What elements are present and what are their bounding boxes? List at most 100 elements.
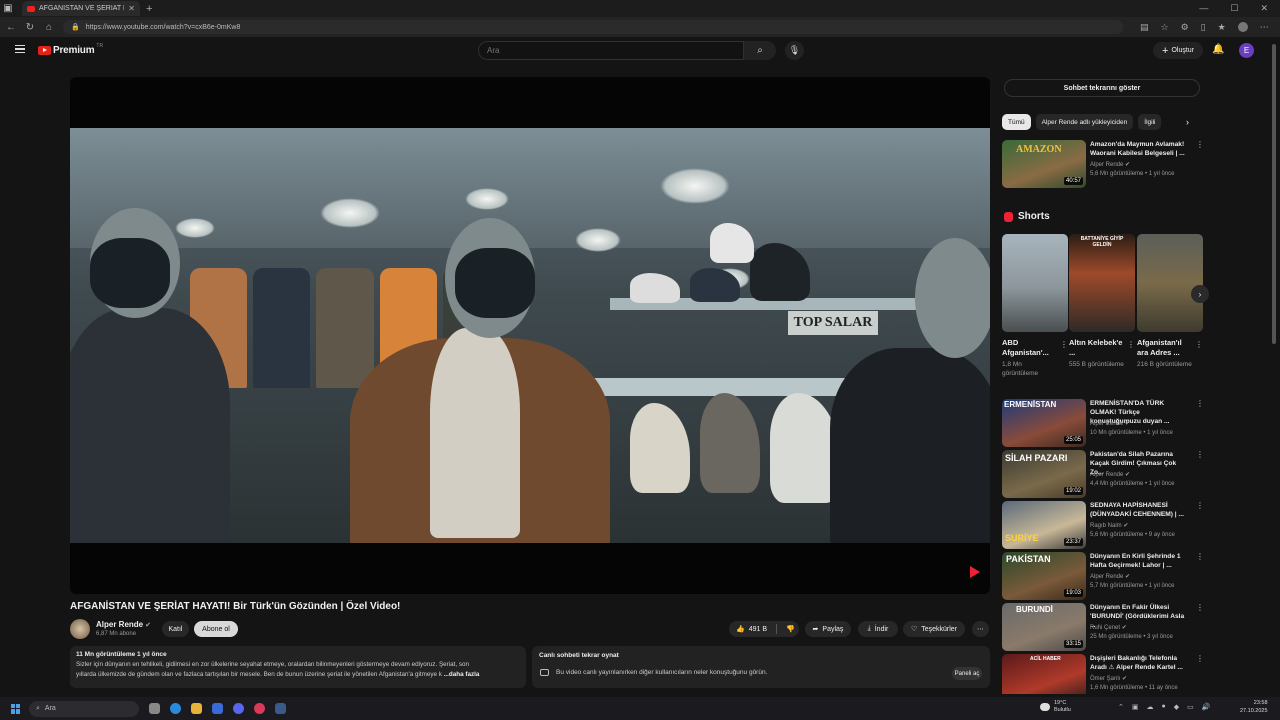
channel-name[interactable]: Alper Rende ✔ [1090, 573, 1130, 580]
open-panel-button[interactable]: Paneli aç [952, 667, 982, 680]
create-button[interactable]: + Oluştur [1153, 42, 1203, 59]
close-window-icon[interactable]: ✕ [1260, 3, 1268, 14]
channel-name[interactable]: Alper Rende ✔ [1090, 161, 1130, 168]
channel-name[interactable]: Alper Rende ✔ [96, 620, 151, 629]
app-icon[interactable] [254, 703, 265, 714]
file-explorer-icon[interactable] [191, 703, 202, 714]
window-menu-icon[interactable]: ▣ [0, 0, 16, 17]
video-title[interactable]: Amazon'da Maymun Avlamak! Waorani Kabile… [1090, 140, 1190, 158]
page-scrollbar[interactable] [1272, 44, 1276, 344]
short-title[interactable]: ABD Afganistan'... [1002, 338, 1058, 358]
more-vert-icon[interactable]: ⋮ [1195, 340, 1203, 349]
tray-app-icon[interactable]: ● [1162, 703, 1166, 711]
channel-name[interactable]: Ragıb Naim ✔ [1090, 522, 1128, 529]
cloud-sync-icon[interactable]: ☁ [1147, 703, 1154, 711]
video-title[interactable]: Dışişleri Bakanlığı Telefonla Aradı ⚠ Al… [1090, 654, 1190, 672]
video-thumbnail[interactable]: BURUNDİ 33:15 [1002, 603, 1086, 651]
subscribe-button[interactable]: Abone ol [194, 621, 238, 637]
share-button[interactable]: ➦ Paylaş [805, 621, 851, 637]
discord-icon[interactable] [233, 703, 244, 714]
reader-icon[interactable]: ▤ [1140, 22, 1149, 33]
start-menu-icon[interactable] [11, 703, 21, 714]
chip-all[interactable]: Tümü [1002, 114, 1031, 130]
short-thumbnail[interactable]: BATTANİYE GİYİP GELDİN [1069, 234, 1135, 332]
search-button[interactable]: ⌕ [744, 41, 776, 60]
network-icon[interactable]: ▭ [1187, 703, 1194, 711]
chevron-right-icon[interactable]: › [1186, 117, 1189, 127]
edge-icon[interactable] [170, 703, 181, 714]
video-thumbnail[interactable]: ERMENİSTAN 25:05 [1002, 399, 1086, 447]
more-vert-icon[interactable]: ⋮ [1196, 552, 1204, 561]
maximize-icon[interactable]: ☐ [1230, 3, 1238, 14]
video-player[interactable]: TOP SALAR [70, 77, 990, 594]
list-item[interactable]: SURİYE 23:37 SEDNAYA HAPİSHANESİ (DÜNYAD… [1002, 501, 1204, 549]
profile-icon[interactable] [1237, 22, 1248, 32]
home-icon[interactable]: ⌂ [44, 22, 54, 33]
more-vert-icon[interactable]: ⋮ [1196, 501, 1204, 510]
short-item[interactable]: Afganistan'ıl ara Adres ... 216 B görünt… [1137, 234, 1203, 369]
hamburger-menu-icon[interactable] [15, 45, 25, 53]
chevron-up-icon[interactable]: ⌃ [1118, 703, 1124, 711]
youtube-logo[interactable]: Premium TR [38, 43, 103, 56]
video-title[interactable]: SEDNAYA HAPİSHANESİ (DÜNYADAKİ CEHENNEM)… [1090, 501, 1190, 519]
store-icon[interactable] [212, 703, 223, 714]
taskbar-clock[interactable]: 23:58 27.10.2025 [1240, 700, 1268, 715]
more-options-icon[interactable]: ⋯ [1260, 22, 1269, 33]
voice-search-button[interactable]: 🎙 [785, 41, 804, 60]
channel-name[interactable]: Ömer Şanlı ✔ [1090, 675, 1127, 682]
more-vert-icon[interactable]: ⋮ [1196, 140, 1204, 149]
list-item[interactable]: PAKİSTAN 19:03 Dünyanın En Kirli Şehrind… [1002, 552, 1204, 600]
short-thumbnail[interactable] [1137, 234, 1203, 332]
more-vert-icon[interactable]: ⋮ [1196, 399, 1204, 408]
channel-name[interactable]: Ruhi Çenet ✔ [1090, 624, 1127, 631]
more-vert-icon[interactable]: ⋮ [1196, 603, 1204, 612]
join-button[interactable]: Katıl [162, 621, 189, 637]
list-item[interactable]: ERMENİSTAN 25:05 ERMENİSTAN'DA TÜRK OLMA… [1002, 399, 1204, 447]
account-avatar[interactable]: E [1239, 43, 1254, 58]
more-actions-button[interactable]: ⋯ [972, 621, 989, 637]
short-title[interactable]: Afganistan'ıl ara Adres ... [1137, 338, 1193, 358]
short-item[interactable]: BATTANİYE GİYİP GELDİN Altın Kelebek'e .… [1069, 234, 1135, 369]
list-item[interactable]: BURUNDİ 33:15 Dünyanın En Fakir Ülkesi '… [1002, 603, 1204, 651]
list-item[interactable]: AMAZON 40:57 Amazon'da Maymun Avlamak! W… [1002, 140, 1204, 188]
like-button[interactable]: 👍 491 B 👎 [729, 621, 799, 637]
short-item[interactable]: ABD Afganistan'... 1,8 Mn görüntüleme ⋮ [1002, 234, 1068, 378]
video-thumbnail[interactable]: ACİL HABER [1002, 654, 1086, 694]
browser-tab[interactable]: AFGANİSTAN VE ŞERİAT HAYATI! B ✕ [22, 1, 140, 16]
video-thumbnail[interactable]: PAKİSTAN 19:03 [1002, 552, 1086, 600]
more-vert-icon[interactable]: ⋮ [1196, 450, 1204, 459]
short-title[interactable]: Altın Kelebek'e ... [1069, 338, 1125, 358]
more-vert-icon[interactable]: ⋮ [1196, 654, 1202, 663]
new-tab-icon[interactable]: + [146, 3, 152, 15]
show-chat-replay-button[interactable]: Sohbet tekrarını göster [1004, 79, 1200, 97]
volume-icon[interactable]: 🔊 [1202, 703, 1211, 711]
close-tab-icon[interactable]: ✕ [128, 4, 135, 13]
minimize-icon[interactable]: — [1199, 3, 1208, 14]
split-screen-icon[interactable]: ▯ [1201, 22, 1206, 33]
channel-name[interactable]: Alper Rende ✔ [1090, 420, 1130, 427]
chip-related[interactable]: İlgili [1138, 114, 1162, 130]
url-field[interactable]: 🔒 https://www.youtube.com/watch?v=cxB6e-… [63, 20, 1123, 34]
list-item[interactable]: ACİL HABER Dışişleri Bakanlığı Telefonla… [1002, 654, 1202, 694]
tray-app-icon[interactable]: ▣ [1132, 703, 1139, 711]
thanks-button[interactable]: ♡ Teşekkürler [903, 621, 965, 637]
tray-app-icon[interactable]: ◆ [1174, 703, 1179, 711]
short-thumbnail[interactable] [1002, 234, 1068, 332]
thumbs-down-icon[interactable]: 👎 [786, 625, 795, 633]
show-more-link[interactable]: ...daha fazla [444, 671, 480, 678]
video-thumbnail[interactable]: SİLAH PAZARI 19:02 [1002, 450, 1086, 498]
description-box[interactable]: 11 Mn görüntüleme 1 yıl önce Sizler için… [70, 646, 526, 688]
more-vert-icon[interactable]: ⋮ [1060, 340, 1068, 349]
chip-from-uploader[interactable]: Alper Rende adlı yükleyiciden [1035, 114, 1134, 130]
taskbar-search[interactable]: ⌕ Ara [29, 700, 139, 717]
favorites-icon[interactable]: ★ [1218, 22, 1226, 33]
video-thumbnail[interactable]: SURİYE 23:37 [1002, 501, 1086, 549]
channel-avatar[interactable] [70, 619, 90, 639]
shorts-next-button[interactable]: › [1191, 285, 1209, 303]
back-icon[interactable]: ← [6, 22, 16, 33]
video-title[interactable]: Dünyanın En Kirli Şehrinde 1 Hafta Geçir… [1090, 552, 1190, 570]
weather-widget[interactable]: 19°C Bulutlu [1040, 700, 1071, 714]
search-input[interactable]: Ara [478, 41, 744, 60]
more-vert-icon[interactable]: ⋮ [1127, 340, 1135, 349]
extensions-icon[interactable]: ⚙ [1181, 22, 1189, 33]
